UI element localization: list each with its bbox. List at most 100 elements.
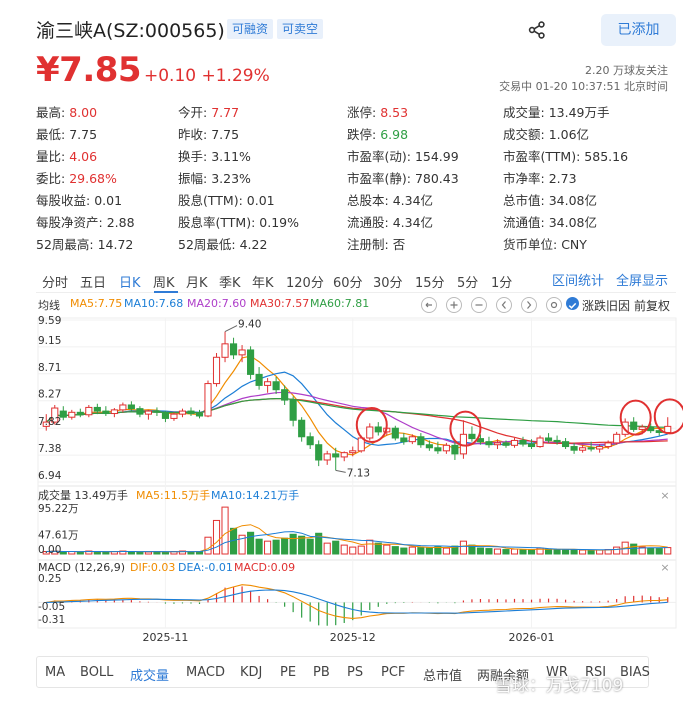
- volume-bar: [442, 547, 450, 555]
- volume-bar: [187, 551, 195, 555]
- kline-chart: 9.59 9.15 8.71 8.27 7.82 7.38 6.94 2025-11 2025-…: [37, 315, 683, 644]
- indicator-tab[interactable]: PE: [280, 665, 296, 680]
- ma-legend-item: MA10:7.68: [124, 297, 184, 310]
- y-tick-label: 8.71: [38, 362, 61, 374]
- candle: [613, 431, 621, 445]
- indicator-tab[interactable]: 总市值: [423, 665, 462, 684]
- volume-label: 成交量 13.49万手: [38, 488, 128, 502]
- adjust-mode-label[interactable]: 前复权: [634, 297, 670, 314]
- volume-bar: [298, 535, 306, 555]
- candle: [144, 409, 152, 420]
- volume-bar: [272, 539, 280, 555]
- volume-tick-label: 95.22万: [38, 503, 79, 515]
- volume-bar: [289, 533, 297, 555]
- candle: [161, 411, 170, 423]
- indicator-tab[interactable]: 成交量: [130, 665, 169, 684]
- candle: [315, 440, 323, 467]
- candle: [264, 378, 272, 393]
- volume-bar: [306, 538, 314, 555]
- volume-bar: [161, 551, 170, 555]
- indicator-tab[interactable]: BOLL: [80, 665, 113, 680]
- volume-ma5-label: MA5:11.5万手: [136, 488, 210, 502]
- chart-labels: 9.59 9.15 8.71 8.27 7.82 7.38 6.94 2025-11 2025-…: [38, 315, 670, 644]
- ma-legend-item: MA30:7.57: [250, 297, 310, 310]
- indicator-tab[interactable]: MA: [45, 665, 65, 680]
- y-tick-label: 8.27: [38, 389, 61, 401]
- pan-right-icon[interactable]: [521, 297, 537, 313]
- macd-label: MACD (12,26,9): [38, 561, 125, 574]
- reason-checkbox-label[interactable]: 涨跌旧因: [582, 297, 630, 314]
- candle: [110, 408, 118, 418]
- volume-bar: [510, 548, 519, 555]
- volume-bar: [408, 546, 416, 555]
- zoom-out-icon[interactable]: [471, 297, 487, 313]
- candle: [366, 423, 374, 441]
- volume-bar: [349, 546, 357, 555]
- macd-bars: [46, 584, 669, 626]
- indicator-tab[interactable]: PCF: [381, 665, 405, 680]
- volume-bar: [247, 531, 255, 555]
- macd-legend-item: DIF:0.03: [130, 561, 175, 574]
- macd-legend-item: MACD:0.09: [234, 561, 295, 574]
- y-tick-label: 9.59: [38, 315, 61, 327]
- indicator-tab[interactable]: PS: [347, 665, 363, 680]
- macd-tick-label: -0.31: [38, 614, 65, 626]
- candle: [238, 345, 246, 363]
- volume-bar: [570, 549, 578, 555]
- candle: [323, 450, 331, 465]
- candle: [247, 346, 255, 380]
- candle: [459, 420, 467, 459]
- volume-bar: [255, 538, 263, 555]
- x-tick-label: 2025-12: [330, 631, 376, 644]
- indicator-tab[interactable]: BIAS: [620, 665, 650, 680]
- candle: [391, 425, 399, 441]
- volume-bar: [136, 551, 144, 555]
- volume-bar: [519, 549, 527, 555]
- y-tick-label: 7.82: [38, 416, 61, 428]
- candle: [221, 331, 229, 363]
- candle: [630, 417, 638, 432]
- volume-bar: [383, 544, 391, 555]
- close-macd-icon[interactable]: ×: [660, 561, 669, 574]
- indicator-tab[interactable]: PB: [313, 665, 330, 680]
- zoom-in-icon[interactable]: [446, 297, 462, 313]
- ma-legend-item: MA5:7.75: [70, 297, 123, 310]
- undo-icon[interactable]: [421, 297, 437, 313]
- checkbox-checked-icon[interactable]: [566, 297, 579, 310]
- chart-toolbar: [421, 297, 562, 313]
- candle: [374, 422, 382, 436]
- volume-bar: [647, 547, 655, 555]
- indicator-tab[interactable]: MACD: [186, 665, 225, 680]
- indicator-tab[interactable]: KDJ: [240, 665, 262, 680]
- high-label: 9.40: [238, 319, 261, 331]
- volume-bar: [655, 548, 663, 555]
- volume-bar: [323, 542, 331, 555]
- ma-legend-item: MA60:7.81: [310, 297, 370, 310]
- pan-left-icon[interactable]: [496, 297, 512, 313]
- candle: [153, 407, 161, 416]
- watermark: 雪球：万戈7109: [495, 676, 624, 696]
- candle: [519, 436, 527, 447]
- ma-legend-label: 均线: [38, 299, 60, 312]
- candle: [195, 409, 204, 419]
- y-tick-label: 6.94: [38, 470, 62, 482]
- volume-bar: [366, 539, 374, 555]
- candle: [417, 433, 425, 448]
- volume-bar: [417, 547, 425, 555]
- candle: [212, 353, 221, 387]
- volume-bar: [400, 547, 408, 555]
- candle: [187, 407, 195, 416]
- ma-line: [45, 355, 668, 456]
- y-tick-label: 7.38: [38, 443, 61, 455]
- volume-ma-line: [46, 524, 668, 553]
- candle: [562, 437, 570, 449]
- settings-icon[interactable]: [546, 297, 562, 313]
- volume-bar: [281, 537, 289, 555]
- volume-bar: [562, 549, 570, 555]
- candle: [340, 451, 348, 462]
- candle: [102, 406, 110, 416]
- volume-bar: [630, 543, 638, 555]
- close-volume-icon[interactable]: ×: [660, 489, 669, 502]
- candle: [178, 408, 187, 418]
- ma-legend-item: MA20:7.60: [187, 297, 247, 310]
